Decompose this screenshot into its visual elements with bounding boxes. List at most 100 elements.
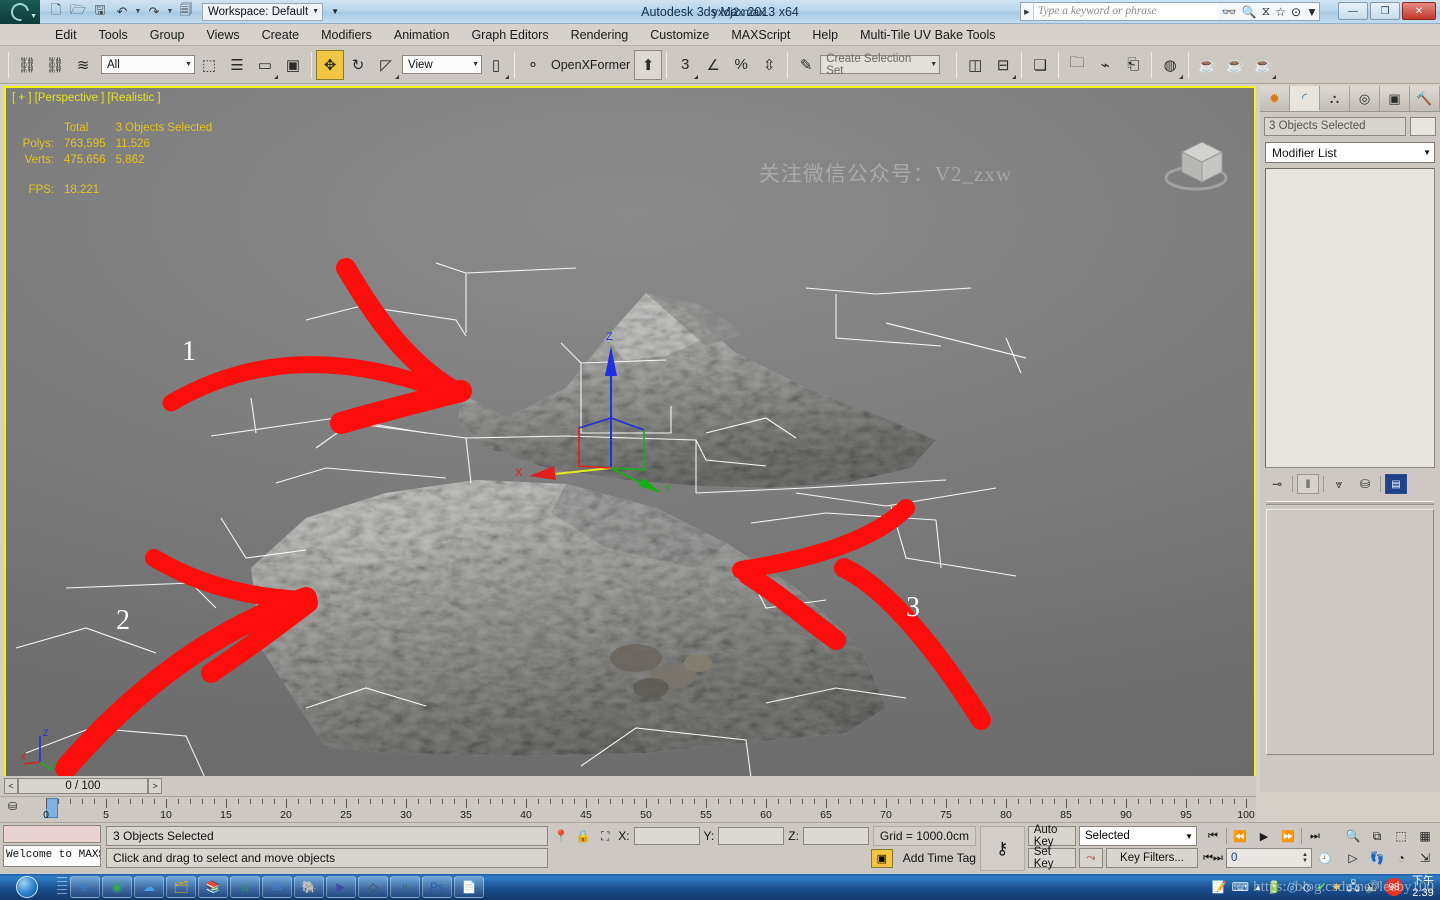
restore-button[interactable]: ❐	[1370, 2, 1400, 20]
use-pivot-point-center-icon[interactable]: ▯	[482, 50, 510, 80]
configure-modifier-sets-icon[interactable]: ▤	[1385, 474, 1407, 494]
taskbar-foxmail-icon[interactable]: ✉	[262, 876, 292, 898]
tray-network-icon[interactable]: 🖧	[1347, 877, 1360, 898]
redo-chevron-down-icon[interactable]: ▼	[166, 8, 174, 15]
tab-modify[interactable]: ◜	[1290, 86, 1320, 111]
maxscript-mini-listener[interactable]: Welcome to MAXScript.	[0, 823, 104, 874]
tray-unity-hub-icon[interactable]: ◇	[1302, 880, 1311, 894]
taskbar-notepad-icon[interactable]: 📄	[454, 876, 484, 898]
select-and-move-icon[interactable]: ✥	[316, 49, 344, 80]
align-icon[interactable]: ⊟	[989, 50, 1017, 80]
unlink-selection-icon[interactable]: ⛓	[41, 50, 69, 80]
workspace-menu-chevron-icon[interactable]: ▼	[331, 7, 339, 16]
time-tag-icon[interactable]: ▣	[870, 848, 893, 868]
menu-modifiers[interactable]: Modifiers	[310, 26, 383, 44]
pan-view-icon[interactable]: ▷	[1342, 848, 1364, 868]
object-color-swatch[interactable]	[1410, 117, 1436, 136]
tray-shield-icon[interactable]: ✷	[1332, 880, 1342, 894]
funnel-icon[interactable]: ⧖	[1262, 4, 1270, 19]
key-mode-toggle-icon[interactable]: ⚷	[979, 826, 1025, 871]
close-button[interactable]: ✕	[1402, 2, 1436, 20]
menu-help[interactable]: Help	[801, 26, 849, 44]
named-selection-set-combo[interactable]: Create Selection Set ▼	[820, 53, 941, 77]
undo-chevron-down-icon[interactable]: ▼	[134, 8, 142, 15]
menu-animation[interactable]: Animation	[383, 26, 461, 44]
select-and-rotate-icon[interactable]: ↻	[344, 50, 372, 80]
walk-through-icon[interactable]: 👣	[1366, 848, 1388, 868]
zoom-region-icon[interactable]: ⬚	[1390, 826, 1412, 846]
viewport-label[interactable]: [ + ] [Perspective ] [Realistic ]	[12, 92, 161, 104]
parameters-rollout[interactable]	[1266, 509, 1434, 755]
taskbar-unity-icon[interactable]: ◇	[358, 876, 388, 898]
zoom-all-icon[interactable]: ▦	[1414, 826, 1436, 846]
current-frame-display[interactable]: 0 / 100	[18, 778, 148, 794]
key-filters-toggle-icon[interactable]: ⤳	[1079, 848, 1103, 868]
next-frame-icon[interactable]: ⏩	[1277, 826, 1299, 846]
workspace-selector[interactable]: Workspace: Default ▼	[202, 2, 324, 21]
favorite-star-icon[interactable]: ☆	[1275, 5, 1286, 19]
track-bar[interactable]: ⛁ 0 5 10 15 20 25 30 35 40 45 50 55 60 65 70 75 80 85 90 95…	[0, 796, 1256, 822]
bind-to-space-warp-icon[interactable]: ≋	[69, 50, 97, 80]
search-expand-icon[interactable]: ▶	[1021, 8, 1033, 16]
taskbar-google-chrome-icon[interactable]: ◉	[102, 876, 132, 898]
snaps-toggle-icon[interactable]: 3	[671, 50, 699, 80]
tray-update-badge[interactable]: 98	[1385, 878, 1403, 896]
tray-keyboard-icon[interactable]: ⌨	[1232, 880, 1249, 894]
taskbar-winrar-icon[interactable]: 📚	[198, 876, 228, 898]
next-frame-button[interactable]: >	[148, 778, 162, 794]
menu-group[interactable]: Group	[139, 26, 196, 44]
remove-modifier-icon[interactable]: ⛁	[1354, 474, 1376, 494]
view-cube[interactable]	[1156, 126, 1236, 192]
tab-display[interactable]: ▣	[1380, 86, 1410, 111]
key-mode-combo[interactable]: Selected ▼	[1079, 826, 1197, 846]
tab-hierarchy[interactable]: ⛬	[1320, 86, 1350, 111]
rendered-frame-window-icon[interactable]: ☕	[1221, 50, 1249, 80]
selection-lock-pin-icon[interactable]: 📍	[552, 827, 570, 845]
undo-icon[interactable]: ↶	[112, 2, 132, 22]
zoom-extents-icon[interactable]: ⧉	[1366, 826, 1388, 846]
help-icon[interactable]: ⊙	[1291, 5, 1301, 19]
object-name-field[interactable]: 3 Objects Selected	[1264, 117, 1406, 136]
taskbar-3ds-max-icon[interactable]: ͧ	[390, 876, 420, 898]
taskbar-media-player-icon[interactable]: ▶	[326, 876, 356, 898]
tray-driver-icon[interactable]: ✔	[1317, 880, 1327, 894]
show-end-result-icon[interactable]: ‖	[1297, 474, 1319, 494]
render-setup-icon[interactable]: ☕	[1193, 50, 1221, 80]
perspective-viewport[interactable]: Z X Y 1 2 3 [+] [Perspective] [Realis…	[4, 86, 1256, 792]
tray-notes-icon[interactable]: 📝	[1212, 880, 1227, 894]
tab-create[interactable]: ✹	[1260, 86, 1290, 111]
tray-volume-icon[interactable]: 🔊	[1365, 880, 1380, 894]
select-object-icon[interactable]: ⬚	[195, 50, 223, 80]
tab-motion[interactable]: ◎	[1350, 86, 1380, 111]
taskbar-qq-music-icon[interactable]: ♫	[230, 876, 260, 898]
x-field[interactable]	[633, 827, 700, 845]
taskbar-file-explorer-icon[interactable]: 🗂	[166, 876, 196, 898]
spinner-snap-toggle-icon[interactable]: ⇳	[755, 50, 783, 80]
modifier-list-combo[interactable]: Modifier List ▼	[1265, 142, 1435, 163]
material-editor-icon[interactable]: ◍	[1156, 50, 1184, 80]
select-and-scale-icon[interactable]: ◸	[372, 50, 400, 80]
tray-usb-icon[interactable]: 🔋	[1267, 880, 1282, 894]
set-key-button[interactable]: Set Key	[1027, 846, 1076, 870]
minimize-button[interactable]: —	[1338, 2, 1368, 20]
z-field[interactable]	[802, 827, 869, 845]
search-input[interactable]: Type a keyword or phrase	[1032, 3, 1217, 20]
selection-filter-combo[interactable]: All ▼	[101, 55, 195, 74]
schematic-view-icon[interactable]: ⎗	[1119, 50, 1147, 80]
time-configuration-icon[interactable]: 🕘	[1314, 848, 1336, 868]
pin-stack-icon[interactable]: ⊸	[1266, 474, 1288, 494]
set-project-folder-icon[interactable]: 🗐	[176, 2, 196, 22]
orbit-icon[interactable]: ◔	[1390, 848, 1412, 868]
select-and-link-icon[interactable]: ⛓	[13, 50, 41, 80]
taskbar-clock[interactable]: 下午 2:39	[1408, 875, 1434, 899]
angle-snap-toggle-icon[interactable]: ∠	[699, 50, 727, 80]
maxscript-input-line[interactable]	[3, 825, 101, 843]
previous-frame-button[interactable]: <	[4, 778, 18, 794]
tab-utilities[interactable]: 🔨	[1410, 86, 1440, 111]
reference-coordinate-combo[interactable]: View ▼	[402, 55, 482, 74]
selection-lock-icon[interactable]: 🔒	[574, 827, 592, 845]
previous-frame-icon[interactable]: ⏪	[1229, 826, 1251, 846]
key-mode-toggle-nav-icon[interactable]: ⏮⏭	[1202, 848, 1224, 868]
window-crossing-icon[interactable]: ▣	[279, 50, 307, 80]
y-field[interactable]	[718, 827, 785, 845]
